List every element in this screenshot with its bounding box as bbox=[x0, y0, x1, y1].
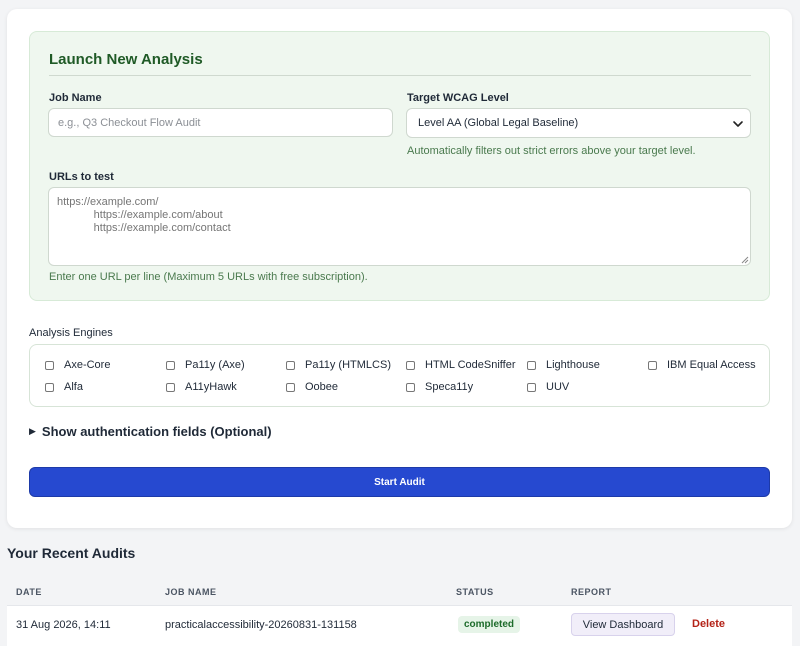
checkbox[interactable] bbox=[45, 382, 54, 392]
start-audit-button[interactable]: Start Audit bbox=[29, 467, 770, 497]
engine-alfa[interactable]: Alfa bbox=[45, 381, 83, 393]
engine-speca11y[interactable]: Speca11y bbox=[406, 381, 473, 393]
engine-label: Pa11y (Axe) bbox=[185, 359, 245, 371]
job-name-input[interactable] bbox=[48, 108, 393, 137]
checkbox[interactable] bbox=[648, 360, 657, 370]
status-badge: completed bbox=[458, 616, 521, 633]
urls-hint: Enter one URL per line (Maximum 5 URLs w… bbox=[49, 271, 368, 283]
engine-html-codesniffer[interactable]: HTML CodeSniffer bbox=[406, 359, 515, 371]
row-job-name: practicalaccessibility-20260831-131158 bbox=[165, 619, 357, 631]
column-header-status: STATUS bbox=[456, 587, 494, 597]
engine-label: Lighthouse bbox=[546, 359, 600, 371]
engine-lighthouse[interactable]: Lighthouse bbox=[527, 359, 600, 371]
wcag-level-hint: Automatically filters out strict errors … bbox=[407, 145, 696, 157]
auth-fields-toggle[interactable]: ▶ Show authentication fields (Optional) bbox=[29, 424, 272, 439]
checkbox[interactable] bbox=[406, 382, 415, 392]
engine-oobee[interactable]: Oobee bbox=[286, 381, 338, 393]
checkbox[interactable] bbox=[527, 382, 536, 392]
wcag-level-select[interactable]: Level AA (Global Legal Baseline) bbox=[406, 108, 751, 138]
engine-label: IBM Equal Access bbox=[667, 359, 756, 371]
engine-pa11y-axe[interactable]: Pa11y (Axe) bbox=[166, 359, 245, 371]
job-name-label: Job Name bbox=[49, 92, 102, 104]
engine-label: HTML CodeSniffer bbox=[425, 359, 516, 371]
view-dashboard-button[interactable]: View Dashboard bbox=[571, 613, 675, 636]
checkbox[interactable] bbox=[286, 360, 295, 370]
checkbox[interactable] bbox=[286, 382, 295, 392]
analysis-engines-box: Axe-Core Pa11y (Axe) Pa11y (HTMLCS) HTML… bbox=[29, 344, 770, 407]
analysis-engines-label: Analysis Engines bbox=[29, 327, 113, 339]
column-header-date: DATE bbox=[16, 587, 42, 597]
urls-label: URLs to test bbox=[49, 171, 114, 183]
engine-label: UUV bbox=[546, 381, 570, 393]
checkbox[interactable] bbox=[527, 360, 536, 370]
checkbox[interactable] bbox=[166, 382, 175, 392]
launch-title: Launch New Analysis bbox=[49, 51, 203, 68]
engine-label: Axe-Core bbox=[64, 359, 111, 371]
row-date: 31 Aug 2026, 14:11 bbox=[16, 619, 111, 631]
auth-fields-label: Show authentication fields (Optional) bbox=[41, 424, 272, 439]
urls-textarea[interactable] bbox=[48, 187, 751, 266]
engine-uuv[interactable]: UUV bbox=[527, 381, 569, 393]
wcag-level-label: Target WCAG Level bbox=[407, 92, 509, 104]
checkbox[interactable] bbox=[166, 360, 175, 370]
column-header-report: REPORT bbox=[571, 587, 612, 597]
divider bbox=[49, 75, 751, 76]
engine-a11yhawk[interactable]: A11yHawk bbox=[166, 381, 237, 393]
engine-pa11y-htmlcs[interactable]: Pa11y (HTMLCS) bbox=[286, 359, 391, 371]
engine-label: Oobee bbox=[305, 381, 339, 393]
engine-label: Alfa bbox=[64, 381, 83, 393]
resize-handle-icon[interactable] bbox=[741, 256, 749, 264]
chevron-down-icon bbox=[733, 121, 743, 127]
engine-ibm-equal-access[interactable]: IBM Equal Access bbox=[648, 359, 756, 371]
launch-panel: Launch New Analysis Job Name Target WCAG… bbox=[29, 31, 770, 301]
checkbox[interactable] bbox=[406, 360, 415, 370]
engine-label: Pa11y (HTMLCS) bbox=[305, 359, 391, 371]
wcag-level-value: Level AA (Global Legal Baseline) bbox=[418, 117, 579, 129]
recent-audits-title: Your Recent Audits bbox=[7, 545, 136, 561]
engine-label: A11yHawk bbox=[185, 381, 237, 393]
engine-axe-core[interactable]: Axe-Core bbox=[45, 359, 110, 371]
delete-button[interactable]: Delete bbox=[692, 618, 725, 630]
checkbox[interactable] bbox=[45, 360, 54, 370]
engine-label: Speca11y bbox=[425, 381, 474, 393]
column-header-job-name: JOB NAME bbox=[165, 587, 217, 597]
triangle-right-icon: ▶ bbox=[29, 426, 36, 436]
